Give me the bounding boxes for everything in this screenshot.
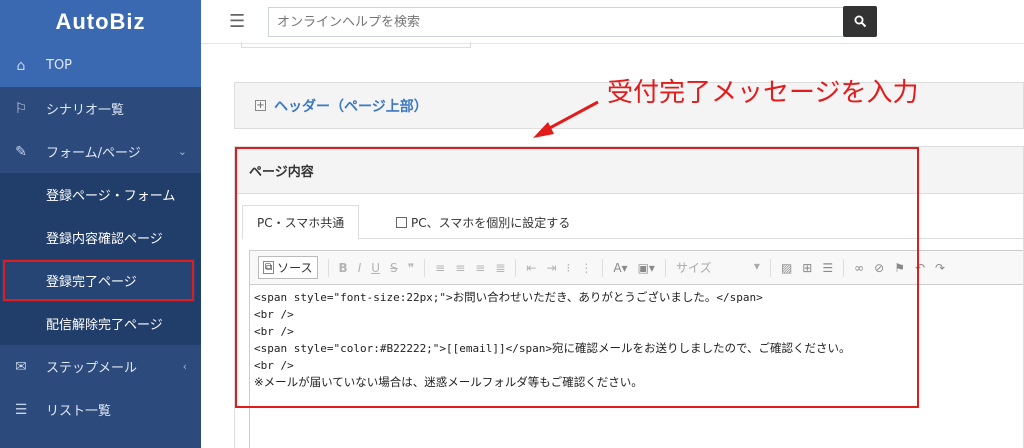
chevron-left-icon: ‹ <box>182 360 187 373</box>
envelope-icon: ✉ <box>15 358 27 375</box>
sidebar-item-label: シナリオ一覧 <box>46 103 125 118</box>
sidebar-item-scenario-list[interactable]: ⚐ シナリオ一覧 <box>0 87 201 130</box>
source-icon: ⧉ <box>263 261 275 274</box>
search-input[interactable] <box>268 7 843 37</box>
toolbar-divider <box>424 258 426 277</box>
source-button[interactable]: ⧉ ソース <box>258 256 318 279</box>
unlink-icon[interactable]: ⊘ <box>874 261 884 275</box>
horizontal-rule-icon[interactable]: ☰ <box>822 261 833 275</box>
tab-separate-settings[interactable]: PC、スマホを個別に設定する <box>382 205 584 240</box>
pen-icon: ✎ <box>15 143 27 160</box>
code-line: <span style="font-size:22px;">お問い合わせいただき… <box>254 290 763 304</box>
table-icon[interactable]: ⊞ <box>802 261 812 275</box>
align-justify-icon[interactable]: ≣ <box>495 261 505 275</box>
tab-label: PC・スマホ共通 <box>257 216 345 230</box>
list-icon: ☰ <box>14 401 28 418</box>
outdent-icon[interactable]: ⇤ <box>526 261 536 275</box>
top-bar: ☰ <box>201 0 1024 44</box>
page-content-section: ページ内容 PC・スマホ共通 PC、スマホを個別に設定する ⧉ ソース B I … <box>234 146 1024 448</box>
link-icon[interactable]: ∞ <box>854 261 864 275</box>
sidebar-subitem-registration-form[interactable]: 登録ページ・フォーム <box>0 173 201 216</box>
bold-icon[interactable]: B <box>339 261 348 275</box>
code-line: <br /> <box>254 359 294 372</box>
code-line: <br /> <box>254 325 294 338</box>
text-color-icon[interactable]: A▾ <box>613 261 627 275</box>
home-icon: ⌂ <box>16 57 26 74</box>
sidebar: AutoBiz ⌂ TOP ⚐ シナリオ一覧 ✎ フォーム/ページ ⌄ 登録ペー… <box>0 0 201 448</box>
sidebar-subitem-confirm-page[interactable]: 登録内容確認ページ <box>0 216 201 259</box>
menu-icon[interactable]: ☰ <box>229 11 245 32</box>
quote-icon[interactable]: ❞ <box>408 261 414 275</box>
numbered-list-icon[interactable]: ⋮ <box>580 261 592 275</box>
sidebar-subitem-complete-page[interactable]: 登録完了ページ <box>2 259 195 302</box>
dropdown-arrow-icon: ▾ <box>753 259 760 273</box>
code-line: <span style="color:#B22222;">[[email]]</… <box>254 341 851 355</box>
editor-tabs: PC・スマホ共通 PC、スマホを個別に設定する <box>242 205 1023 240</box>
sidebar-item-label: フォーム/ページ <box>46 146 141 161</box>
app-logo[interactable]: AutoBiz <box>0 0 201 44</box>
toolbar-divider <box>843 258 845 277</box>
header-section-title[interactable]: ヘッダー（ページ上部） <box>274 96 428 116</box>
font-size-label: サイズ <box>675 261 712 275</box>
toolbar-divider <box>602 258 604 277</box>
flag-icon: ⚐ <box>14 100 28 117</box>
italic-icon[interactable]: I <box>358 261 362 275</box>
chevron-down-icon: ⌄ <box>177 145 187 158</box>
strikethrough-icon[interactable]: S <box>390 261 398 275</box>
align-right-icon[interactable]: ≡ <box>475 261 485 275</box>
toolbar-divider <box>515 258 517 277</box>
editor-source-area[interactable]: <span style="font-size:22px;">お問い合わせいただき… <box>250 285 1023 395</box>
sidebar-subitem-unsubscribe-page[interactable]: 配信解除完了ページ <box>0 302 201 345</box>
align-center-icon[interactable]: ≡ <box>455 261 465 275</box>
align-left-icon[interactable]: ≡ <box>435 261 445 275</box>
sidebar-item-label: ステップメール <box>46 361 138 376</box>
editor-toolbar: ⧉ ソース B I U S ❞ ≡ ≡ ≡ ≣ ⇤ ⇥ ⁝ ⋮ A▾ ▣▾ サイ… <box>250 251 1023 285</box>
font-size-select[interactable]: サイズ ▾ <box>676 259 760 276</box>
expand-icon[interactable]: + <box>255 100 266 111</box>
sidebar-item-top[interactable]: ⌂ TOP <box>0 44 201 87</box>
page-content-title: ページ内容 <box>235 147 1023 194</box>
bullet-list-icon[interactable]: ⁝ <box>567 261 571 275</box>
toolbar-divider <box>327 258 329 277</box>
background-color-icon[interactable]: ▣▾ <box>638 261 655 275</box>
sidebar-submenu: 登録ページ・フォーム 登録内容確認ページ 登録完了ページ 配信解除完了ページ <box>0 173 201 345</box>
sidebar-item-step-mail[interactable]: ✉ ステップメール ‹ <box>0 345 201 388</box>
anchor-flag-icon[interactable]: ⚑ <box>894 261 905 275</box>
source-label: ソース <box>277 261 313 275</box>
redo-icon[interactable]: ↷ <box>935 261 945 275</box>
code-line: ※メールが届いていない場合は、迷惑メールフォルダ等もご確認ください。 <box>254 375 643 389</box>
previous-panel-edge <box>241 42 471 48</box>
tab-pc-smartphone-common[interactable]: PC・スマホ共通 <box>242 205 360 240</box>
search-icon <box>854 15 866 28</box>
sidebar-item-label: TOP <box>46 58 73 73</box>
sidebar-item-label: リスト一覧 <box>46 404 112 419</box>
annotation-text: 受付完了メッセージを入力 <box>607 78 919 108</box>
code-line: <br /> <box>254 308 294 321</box>
tab-label: PC、スマホを個別に設定する <box>411 216 571 230</box>
indent-icon[interactable]: ⇥ <box>546 261 556 275</box>
search-button[interactable] <box>843 6 877 37</box>
toolbar-divider <box>769 258 771 277</box>
toolbar-divider <box>664 258 666 277</box>
underline-icon[interactable]: U <box>371 261 380 275</box>
sidebar-item-list[interactable]: ☰ リスト一覧 <box>0 388 201 431</box>
sidebar-item-form-page[interactable]: ✎ フォーム/ページ ⌄ <box>0 130 201 173</box>
rich-text-editor[interactable]: ⧉ ソース B I U S ❞ ≡ ≡ ≡ ≣ ⇤ ⇥ ⁝ ⋮ A▾ ▣▾ サイ… <box>249 250 1023 448</box>
undo-icon[interactable]: ↶ <box>915 261 925 275</box>
checkbox[interactable] <box>396 217 407 228</box>
image-icon[interactable]: ▨ <box>781 261 792 275</box>
